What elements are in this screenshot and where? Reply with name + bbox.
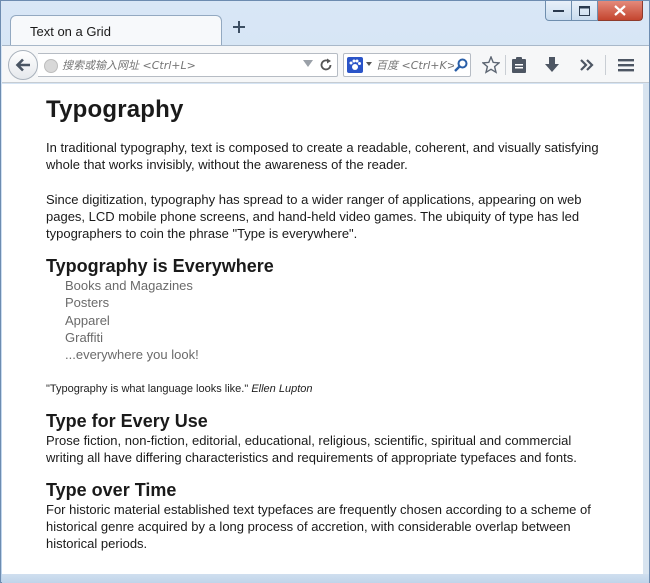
maximize-button[interactable] xyxy=(572,1,598,21)
clipboard-icon xyxy=(512,57,526,73)
search-icon[interactable] xyxy=(454,58,468,72)
search-input[interactable] xyxy=(376,57,454,74)
double-chevron-icon xyxy=(580,59,594,71)
reload-icon[interactable] xyxy=(319,58,333,72)
history-dropdown-icon[interactable] xyxy=(303,60,313,68)
maximize-icon xyxy=(579,5,590,16)
pull-quote: "Typography is what language looks like.… xyxy=(46,383,313,395)
back-button[interactable] xyxy=(8,50,38,80)
navigation-toolbar xyxy=(2,45,649,83)
close-button[interactable] xyxy=(598,1,643,21)
baidu-engine-icon[interactable] xyxy=(347,57,363,73)
window-right-edge xyxy=(643,84,649,574)
window-controls xyxy=(545,1,643,21)
page-content[interactable]: Typography In traditional typography, te… xyxy=(2,84,643,574)
tab-active[interactable]: Text on a Grid xyxy=(10,15,222,46)
list-item: ...everywhere you look! xyxy=(65,347,199,363)
toolbar-separator xyxy=(505,55,506,75)
new-tab-button[interactable] xyxy=(232,20,248,36)
downloads-button[interactable] xyxy=(542,55,562,75)
use-heading: Type for Every Use xyxy=(46,411,208,431)
list-item: Graffiti xyxy=(65,329,104,345)
plus-icon xyxy=(233,21,245,33)
bookmarks-menu-button[interactable] xyxy=(509,55,529,75)
quote-author: Ellen Lupton xyxy=(251,383,313,395)
browser-window: Text on a Grid 搜索或输入网址 <Ctrl+L> 百度 <Ctrl… xyxy=(0,0,650,583)
time-paragraph: For historic material established text t… xyxy=(46,502,591,551)
minimize-button[interactable] xyxy=(545,1,572,21)
close-icon xyxy=(614,5,626,16)
list-item: Books and Magazines xyxy=(65,278,193,293)
title-bar: Text on a Grid xyxy=(1,1,649,46)
bookmark-star-button[interactable] xyxy=(481,55,501,75)
toolbar-separator xyxy=(605,55,606,75)
window-bottom-edge xyxy=(2,574,649,583)
list-item: Apparel xyxy=(65,312,110,328)
quote-text: "Typography is what language looks like.… xyxy=(46,383,249,395)
intro-paragraph-2: Since digitization, typography has sprea… xyxy=(46,192,582,241)
back-arrow-icon xyxy=(15,58,30,72)
star-icon xyxy=(482,56,500,74)
intro-paragraph-1: In traditional typography, text is compo… xyxy=(46,140,599,172)
everywhere-list: Books and Magazines Posters Apparel Graf… xyxy=(65,277,199,363)
overflow-button[interactable] xyxy=(577,55,597,75)
menu-button[interactable] xyxy=(616,55,636,75)
time-heading: Type over Time xyxy=(46,480,177,500)
tab-title: Text on a Grid xyxy=(30,24,111,39)
search-bar[interactable] xyxy=(343,53,471,77)
url-input[interactable] xyxy=(62,57,297,74)
minimize-icon xyxy=(553,9,564,12)
download-arrow-icon xyxy=(545,57,559,72)
page-title: Typography xyxy=(46,96,184,123)
site-identity-icon[interactable] xyxy=(44,59,58,73)
everywhere-heading: Typography is Everywhere xyxy=(46,256,274,276)
url-bar[interactable] xyxy=(38,53,338,77)
list-item: Posters xyxy=(65,295,110,311)
hamburger-menu-icon xyxy=(618,59,634,72)
use-paragraph: Prose fiction, non-fiction, editorial, e… xyxy=(46,433,577,465)
engine-dropdown-icon[interactable] xyxy=(366,62,372,66)
